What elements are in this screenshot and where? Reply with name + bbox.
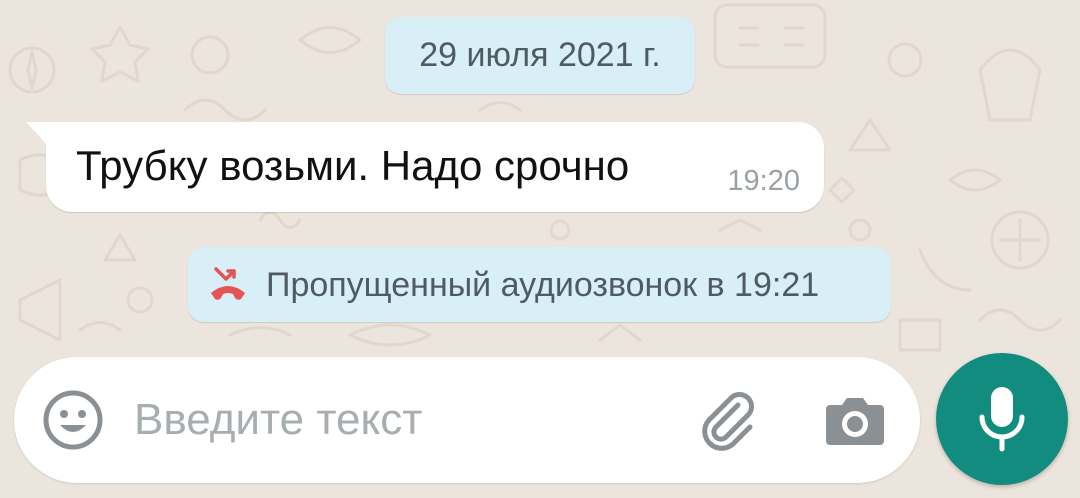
paperclip-icon[interactable] [698, 389, 762, 453]
message-input[interactable] [134, 387, 674, 453]
missed-call-notice[interactable]: Пропущенный аудиозвонок в 19:21 [188, 247, 891, 322]
camera-icon[interactable] [824, 391, 886, 451]
microphone-icon [979, 387, 1025, 452]
incoming-message-bubble[interactable]: Трубку возьми. Надо срочно 19:20 [46, 122, 824, 212]
missed-call-icon [208, 265, 248, 305]
date-chip-label: 29 июля 2021 г. [419, 36, 661, 74]
message-composer [14, 357, 920, 483]
missed-call-text: Пропущенный аудиозвонок в 19:21 [266, 266, 820, 304]
message-bubble-tail [26, 122, 48, 146]
microphone-button[interactable] [936, 353, 1068, 485]
message-timestamp: 19:20 [727, 165, 800, 197]
emoji-icon[interactable] [42, 389, 104, 451]
date-chip: 29 июля 2021 г. [385, 17, 695, 94]
message-text: Трубку возьми. Надо срочно [76, 142, 630, 189]
